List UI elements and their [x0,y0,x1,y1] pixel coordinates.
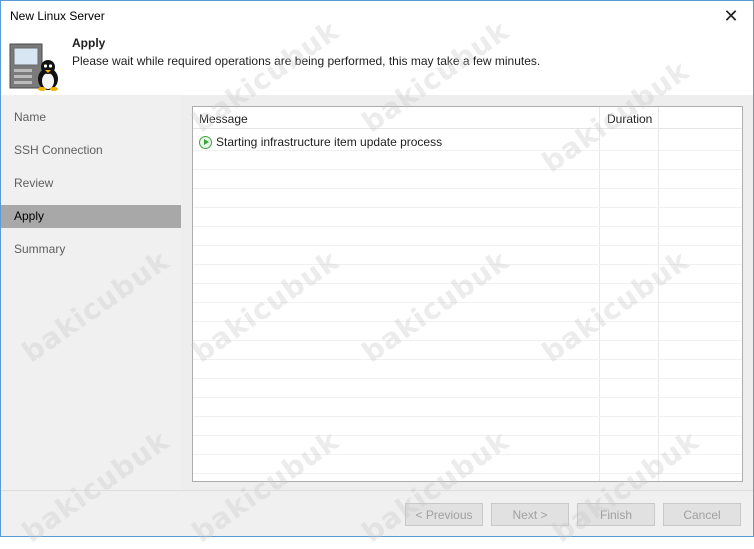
next-button[interactable]: Next > [491,503,569,526]
page-subtitle: Please wait while required operations ar… [72,54,541,68]
wizard-footer: < Previous Next > Finish Cancel [1,490,753,536]
column-divider [599,107,600,481]
step-name[interactable]: Name [1,106,181,129]
linux-server-icon [9,43,61,91]
close-icon[interactable]: ✕ [709,1,753,31]
step-ssh-connection[interactable]: SSH Connection [1,139,181,162]
row-divider [193,264,742,265]
column-header-message[interactable]: Message [199,112,248,126]
play-icon [199,135,212,149]
row-divider [193,435,742,436]
wizard-header: Apply Please wait while required operati… [1,31,753,95]
row-divider [193,207,742,208]
cancel-button[interactable]: Cancel [663,503,741,526]
page-title: Apply [72,36,106,50]
grid-header: Message Duration [193,107,742,129]
row-message: Starting infrastructure item update proc… [216,135,443,149]
table-row[interactable]: Starting infrastructure item update proc… [199,134,442,150]
row-divider [193,378,742,379]
row-divider [193,340,742,341]
content-area: Message Duration Starting infrastructure… [181,95,753,490]
row-divider [193,321,742,322]
wizard-steps: Name SSH Connection Review Apply Summary [1,95,181,490]
previous-button[interactable]: < Previous [405,503,483,526]
step-summary[interactable]: Summary [1,238,181,261]
title-bar: New Linux Server ✕ [1,1,753,31]
row-divider [193,245,742,246]
row-divider [193,150,742,151]
column-divider [658,107,659,481]
row-divider [193,359,742,360]
row-divider [193,283,742,284]
wizard-window: New Linux Server ✕ Apply Please wait whi [0,0,754,537]
row-divider [193,473,742,474]
column-header-duration[interactable]: Duration [607,112,652,126]
row-divider [193,397,742,398]
row-divider [193,169,742,170]
row-divider [193,416,742,417]
row-divider [193,454,742,455]
row-divider [193,188,742,189]
step-review[interactable]: Review [1,172,181,195]
row-divider [193,226,742,227]
row-divider [193,302,742,303]
log-grid[interactable]: Message Duration Starting infrastructure… [192,106,743,482]
step-apply[interactable]: Apply [1,205,181,228]
window-title: New Linux Server [10,9,105,23]
finish-button[interactable]: Finish [577,503,655,526]
